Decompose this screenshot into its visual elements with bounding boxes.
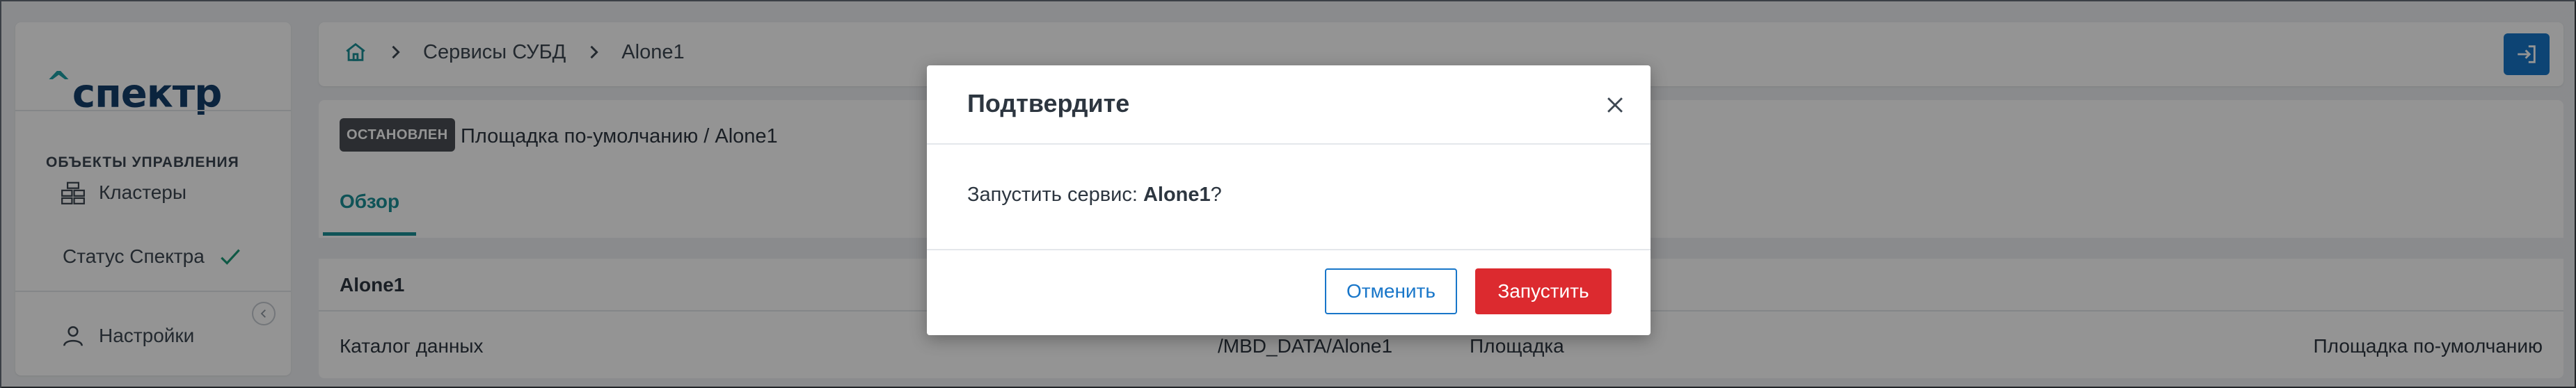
dialog-divider — [927, 143, 1651, 145]
dialog-message: Запустить сервис: Alone1? — [967, 184, 1222, 206]
close-icon[interactable] — [1603, 93, 1627, 117]
cancel-button[interactable]: Отменить — [1325, 268, 1457, 314]
start-button[interactable]: Запустить — [1475, 268, 1612, 314]
dialog-title: Подтвердите — [967, 89, 1130, 118]
confirm-dialog: Подтвердите Запустить сервис: Alone1? От… — [927, 65, 1651, 335]
dialog-divider — [927, 249, 1651, 250]
